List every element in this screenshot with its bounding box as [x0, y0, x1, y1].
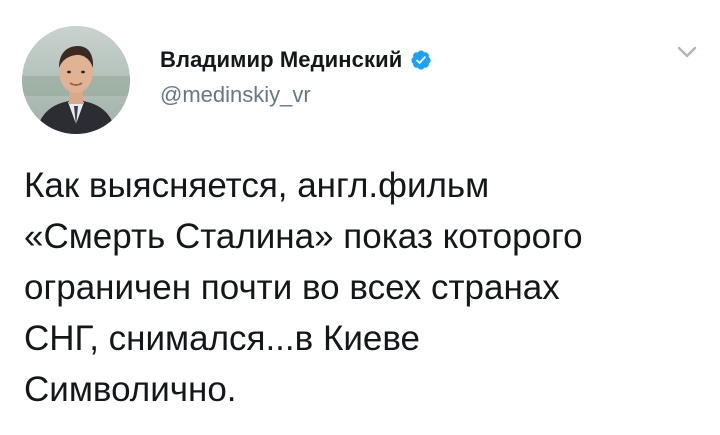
tweet-card: Владимир Мединский @medinskiy_vr Как выя… — [0, 0, 720, 435]
avatar-photo — [22, 26, 130, 134]
author-display-name[interactable]: Владимир Мединский — [160, 47, 402, 73]
avatar[interactable] — [22, 26, 130, 134]
author-handle[interactable]: @medinskiy_vr — [160, 82, 432, 108]
author-info[interactable]: Владимир Мединский @medinskiy_vr — [160, 44, 432, 108]
chevron-down-icon[interactable] — [672, 42, 702, 62]
tweet-text: Как выясняется, англ.фильм «Смерть Стали… — [24, 166, 583, 409]
author-name-row: Владимир Мединский — [160, 44, 432, 76]
verified-badge-icon — [410, 49, 432, 71]
